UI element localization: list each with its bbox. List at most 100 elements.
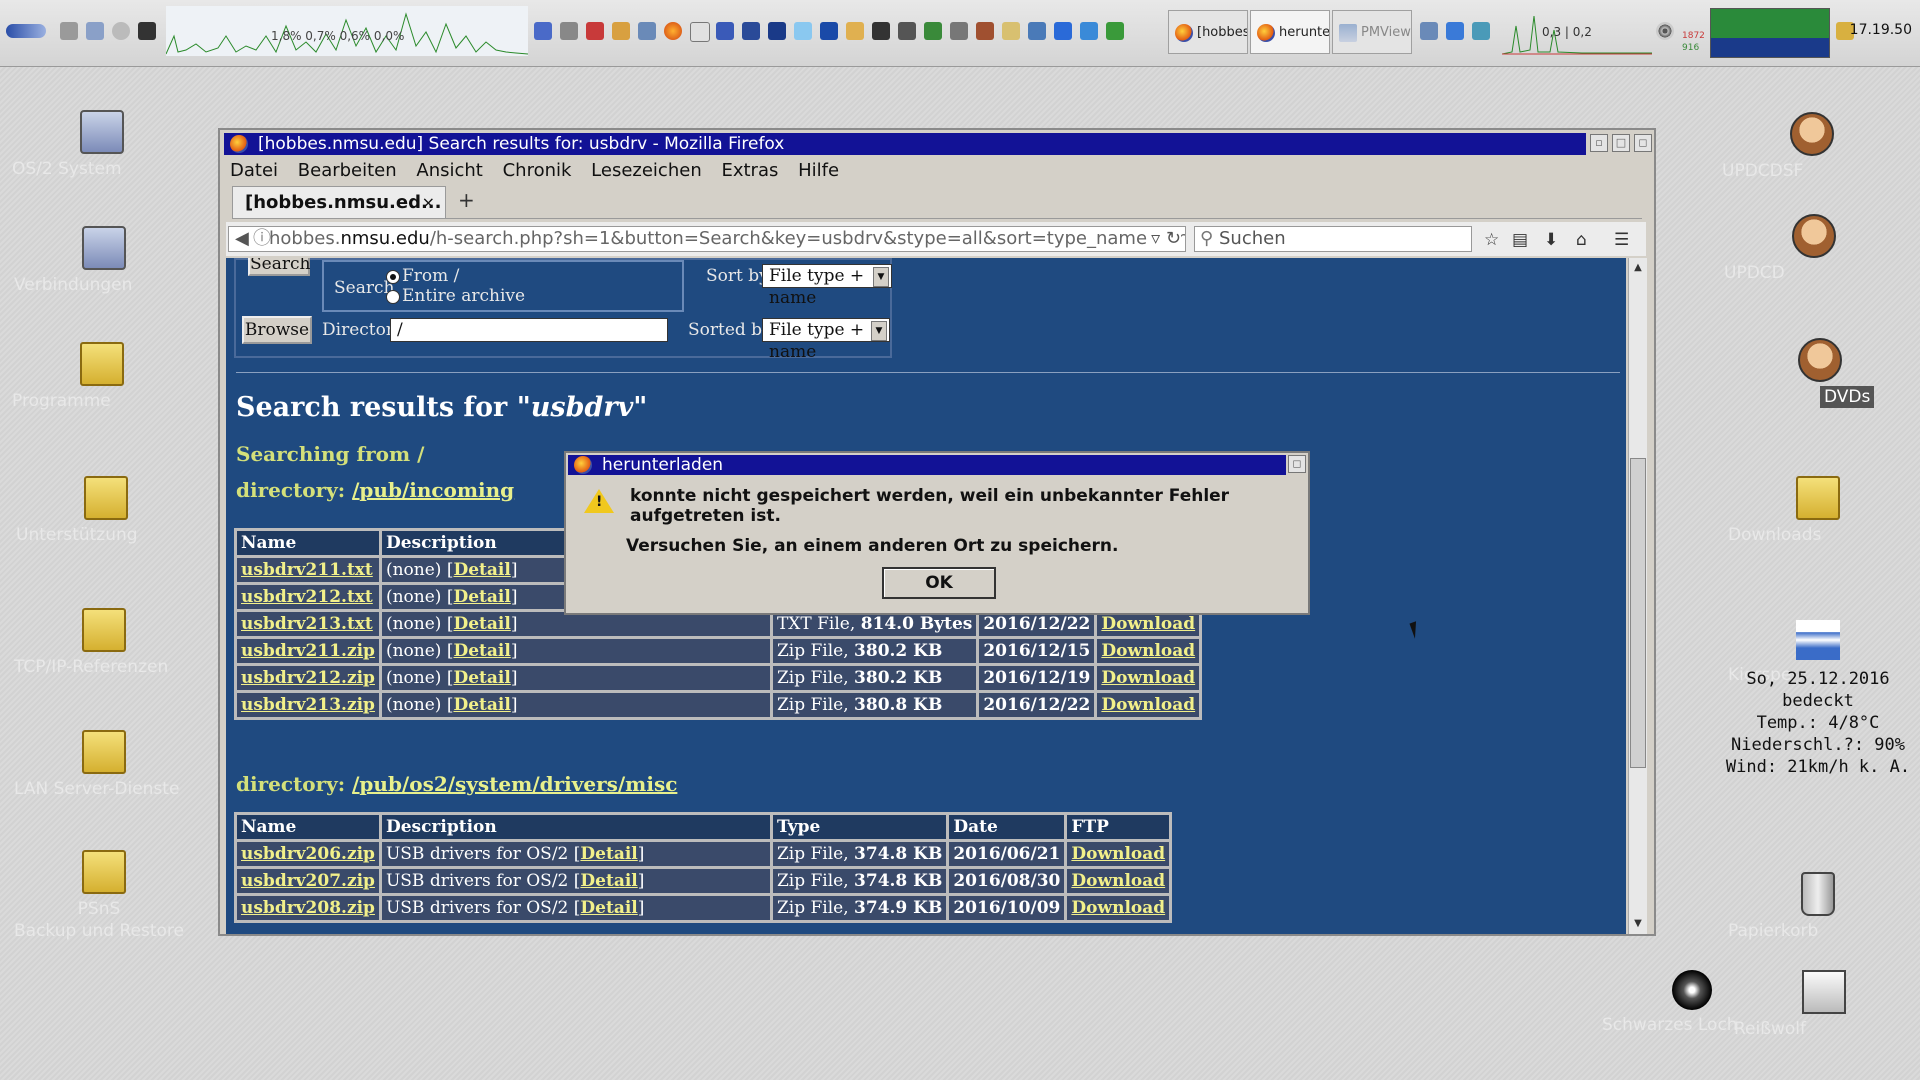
download-link[interactable]: Download — [1101, 695, 1195, 715]
app-launch-icon[interactable] — [534, 22, 552, 40]
taskbar-button-pmview[interactable]: PMView P — [1332, 10, 1412, 54]
desktop-icon-psns[interactable]: PSnS Backup und Restore — [14, 850, 194, 941]
firefox-launch-icon[interactable] — [664, 22, 682, 40]
new-tab-button[interactable]: + — [458, 188, 475, 212]
desktop-icon-unterstuetzung[interactable]: Unterstützung — [16, 476, 196, 545]
shutdown-icon[interactable] — [138, 22, 156, 40]
file-name-link[interactable]: usbdrv206.zip — [241, 844, 375, 864]
file-name-link[interactable]: usbdrv211.txt — [241, 560, 373, 580]
download-link[interactable]: Download — [1101, 641, 1195, 661]
desktop-icon-lan-server[interactable]: LAN Server-Dienste — [14, 730, 194, 799]
windows-list-icon[interactable] — [86, 22, 104, 40]
sort-by-select[interactable]: File type + name ▼ — [762, 264, 892, 308]
desktop-icon-papierkorb[interactable]: Papierkorb — [1728, 872, 1908, 941]
app-launch-icon[interactable] — [638, 22, 656, 40]
app-launch-icon[interactable] — [690, 22, 710, 42]
column-header-name[interactable]: Name — [237, 531, 379, 555]
download-link[interactable]: Download — [1071, 898, 1165, 918]
ok-button[interactable]: OK — [882, 567, 996, 599]
directory-input[interactable]: / — [390, 318, 668, 342]
directory-link-drivers-misc[interactable]: /pub/os2/system/drivers/misc — [352, 772, 677, 796]
file-name-link[interactable]: usbdrv207.zip — [241, 871, 375, 891]
detail-link[interactable]: Detail — [453, 587, 510, 607]
detail-link[interactable]: Detail — [453, 641, 510, 661]
os2-logo-icon[interactable] — [6, 24, 46, 38]
desktop-icon-os2-system[interactable]: OS/2 System — [12, 110, 192, 179]
app-launch-icon[interactable] — [560, 22, 578, 40]
home-icon[interactable]: ⌂ — [1576, 230, 1587, 250]
app-launch-icon[interactable] — [1002, 22, 1020, 40]
menu-chronik[interactable]: Chronik — [503, 160, 572, 181]
radio-from[interactable]: From / — [386, 266, 459, 286]
menu-hilfe[interactable]: Hilfe — [798, 160, 839, 181]
menu-extras[interactable]: Extras — [721, 160, 778, 181]
file-name-link[interactable]: usbdrv208.zip — [241, 898, 375, 918]
file-name-link[interactable]: usbdrv212.zip — [241, 668, 375, 688]
reading-list-icon[interactable]: ▤ — [1512, 230, 1528, 250]
menu-lesezeichen[interactable]: Lesezeichen — [591, 160, 702, 181]
desktop-icon-updcdsf[interactable]: UPDCDSF — [1722, 112, 1902, 181]
desktop-icon-downloads[interactable]: Downloads — [1728, 476, 1908, 545]
column-header-name[interactable]: Name — [237, 815, 379, 839]
download-icon[interactable]: ⬇ — [1544, 230, 1558, 250]
file-name-link[interactable]: usbdrv213.zip — [241, 695, 375, 715]
app-launch-icon[interactable] — [742, 22, 760, 40]
menu-ansicht[interactable]: Ansicht — [416, 160, 482, 181]
app-launch-icon[interactable] — [1106, 22, 1124, 40]
maximize-window-button[interactable]: □ — [1612, 134, 1630, 152]
app-launch-icon[interactable] — [794, 22, 812, 40]
site-info-icon[interactable]: ⓘ — [253, 227, 271, 251]
desktop-icon-tcpip[interactable]: TCP/IP-Referenzen — [14, 608, 194, 677]
reload-icon[interactable]: ▿ ↻ — [1147, 227, 1181, 251]
scroll-up-icon[interactable]: ▲ — [1630, 260, 1646, 276]
app-launch-icon[interactable] — [716, 22, 734, 40]
radio-entire-archive[interactable]: Entire archive — [386, 286, 525, 306]
detail-link[interactable]: Detail — [580, 871, 637, 891]
app-launch-icon[interactable] — [586, 22, 604, 40]
file-name-link[interactable]: usbdrv212.txt — [241, 587, 373, 607]
sorted-by-select[interactable]: File type + name ▼ — [762, 318, 890, 362]
close-tab-icon[interactable]: × — [422, 187, 435, 219]
detail-link[interactable]: Detail — [580, 844, 637, 864]
browse-button[interactable]: Browse — [242, 316, 312, 344]
app-launch-icon[interactable] — [768, 22, 786, 40]
detail-link[interactable]: Detail — [453, 695, 510, 715]
download-link[interactable]: Download — [1071, 871, 1165, 891]
wifi-icon[interactable] — [1656, 22, 1674, 40]
download-link[interactable]: Download — [1101, 668, 1195, 688]
detail-link[interactable]: Detail — [580, 898, 637, 918]
search-button[interactable]: Search — [248, 258, 310, 276]
hamburger-menu-icon[interactable]: ☰ — [1614, 230, 1629, 250]
hide-window-button[interactable]: ▫ — [1590, 134, 1608, 152]
menu-bearbeiten[interactable]: Bearbeiten — [298, 160, 397, 181]
app-launch-icon[interactable] — [872, 22, 890, 40]
directory-link-incoming[interactable]: /pub/incoming — [352, 478, 514, 502]
app-launch-icon[interactable] — [1028, 22, 1046, 40]
app-launch-icon[interactable] — [820, 22, 838, 40]
app-launch-icon[interactable] — [846, 22, 864, 40]
app-launch-icon[interactable] — [950, 22, 968, 40]
taskbar-button-hobbes[interactable]: [hobbes.n — [1168, 10, 1248, 54]
app-launch-icon[interactable] — [924, 22, 942, 40]
url-bar[interactable]: ◀ ⓘ hobbes.nmsu.edu/h-search.php?sh=1&bu… — [228, 226, 1186, 252]
detail-link[interactable]: Detail — [453, 614, 510, 634]
menu-datei[interactable]: Datei — [230, 160, 278, 181]
find-icon[interactable] — [112, 22, 130, 40]
back-icon[interactable]: ◀ — [235, 227, 249, 251]
close-dialog-button[interactable]: ◻ — [1288, 455, 1306, 473]
app-launch-icon[interactable] — [612, 22, 630, 40]
window-title-bar[interactable]: [hobbes.nmsu.edu] Search results for: us… — [224, 133, 1586, 155]
close-window-button[interactable]: ◻ — [1634, 134, 1652, 152]
desktop-icon-verbindungen[interactable]: Verbindungen — [14, 226, 194, 295]
lock-icon[interactable] — [60, 22, 78, 40]
desktop-icon-kierspe-weather[interactable]: Kierspe — [1728, 620, 1908, 685]
column-header-ftp[interactable]: FTP — [1067, 815, 1170, 839]
app-launch-icon[interactable] — [1054, 22, 1072, 40]
dialog-title-bar[interactable]: herunterladen — [568, 455, 1286, 475]
desktop-icon-dvds[interactable]: DVDs — [1730, 338, 1910, 408]
column-header-date[interactable]: Date — [949, 815, 1065, 839]
desktop-icon-updcd[interactable]: UPDCD — [1724, 214, 1904, 283]
scroll-down-icon[interactable]: ▼ — [1630, 916, 1646, 932]
file-name-link[interactable]: usbdrv211.zip — [241, 641, 375, 661]
download-link[interactable]: Download — [1071, 844, 1165, 864]
